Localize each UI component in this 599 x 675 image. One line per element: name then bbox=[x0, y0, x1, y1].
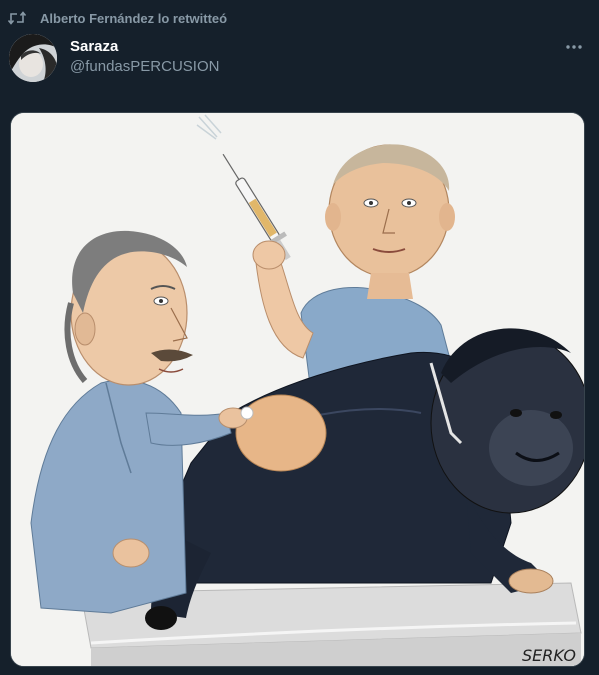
more-horizontal-icon bbox=[566, 36, 582, 54]
tweet-media-image[interactable]: SERKO bbox=[10, 112, 585, 667]
tweet-card[interactable]: Alberto Fernández lo retwitteó Saraza @f… bbox=[0, 0, 599, 675]
more-options-button[interactable] bbox=[561, 34, 587, 56]
artist-signature: SERKO bbox=[522, 646, 576, 665]
author-name[interactable]: Saraza bbox=[70, 38, 118, 55]
retweet-context[interactable]: Alberto Fernández lo retwitteó bbox=[8, 8, 227, 28]
cartoon-illustration: SERKO bbox=[11, 113, 584, 666]
retweet-label: Alberto Fernández lo retwitteó bbox=[40, 10, 228, 26]
retweet-icon bbox=[8, 9, 26, 27]
avatar[interactable] bbox=[9, 34, 57, 82]
author-handle[interactable]: @fundasPERCUSION bbox=[70, 58, 219, 75]
